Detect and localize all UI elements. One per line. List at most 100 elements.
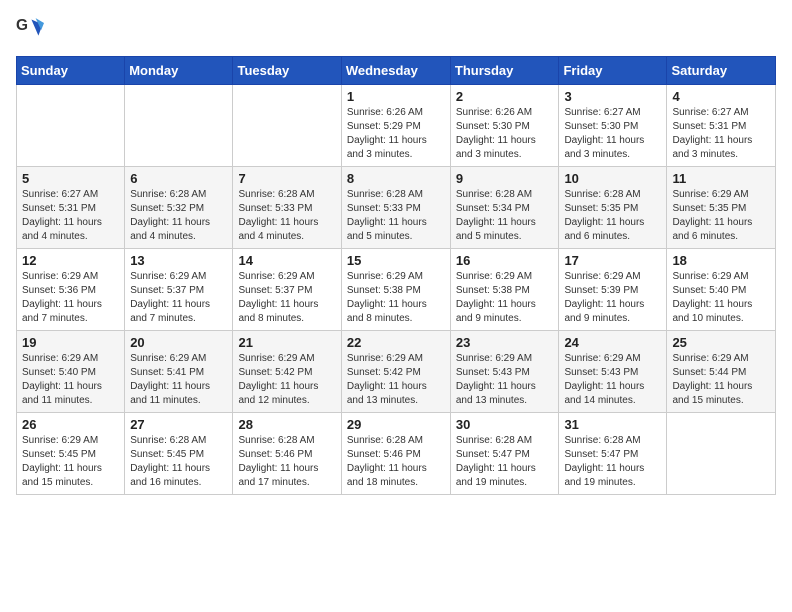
day-number: 20 bbox=[130, 335, 227, 350]
day-info: Sunrise: 6:29 AMSunset: 5:37 PMDaylight:… bbox=[238, 270, 335, 326]
day-number: 18 bbox=[672, 253, 770, 268]
day-number: 28 bbox=[238, 417, 335, 432]
day-info: Sunrise: 6:28 AMSunset: 5:46 PMDaylight:… bbox=[238, 434, 335, 490]
calendar-table: SundayMondayTuesdayWednesdayThursdayFrid… bbox=[16, 56, 776, 495]
col-header-sunday: Sunday bbox=[17, 57, 125, 85]
day-number: 24 bbox=[564, 335, 661, 350]
day-info: Sunrise: 6:27 AMSunset: 5:31 PMDaylight:… bbox=[22, 188, 119, 244]
day-number: 27 bbox=[130, 417, 227, 432]
logo: G bbox=[16, 16, 48, 44]
calendar-cell: 22 Sunrise: 6:29 AMSunset: 5:42 PMDayligh… bbox=[341, 331, 450, 413]
col-header-tuesday: Tuesday bbox=[233, 57, 341, 85]
calendar-cell bbox=[125, 85, 233, 167]
day-number: 21 bbox=[238, 335, 335, 350]
calendar-cell: 16 Sunrise: 6:29 AMSunset: 5:38 PMDayligh… bbox=[450, 249, 559, 331]
day-info: Sunrise: 6:28 AMSunset: 5:47 PMDaylight:… bbox=[564, 434, 661, 490]
calendar-cell bbox=[667, 413, 776, 495]
svg-text:G: G bbox=[16, 17, 28, 34]
calendar-cell: 19 Sunrise: 6:29 AMSunset: 5:40 PMDayligh… bbox=[17, 331, 125, 413]
day-info: Sunrise: 6:29 AMSunset: 5:38 PMDaylight:… bbox=[456, 270, 554, 326]
day-number: 29 bbox=[347, 417, 445, 432]
day-number: 2 bbox=[456, 89, 554, 104]
day-info: Sunrise: 6:28 AMSunset: 5:45 PMDaylight:… bbox=[130, 434, 227, 490]
calendar-cell: 9 Sunrise: 6:28 AMSunset: 5:34 PMDaylight… bbox=[450, 167, 559, 249]
logo-icon: G bbox=[16, 16, 44, 44]
day-number: 26 bbox=[22, 417, 119, 432]
calendar-cell: 30 Sunrise: 6:28 AMSunset: 5:47 PMDayligh… bbox=[450, 413, 559, 495]
day-info: Sunrise: 6:29 AMSunset: 5:40 PMDaylight:… bbox=[22, 352, 119, 408]
day-info: Sunrise: 6:29 AMSunset: 5:40 PMDaylight:… bbox=[672, 270, 770, 326]
day-number: 6 bbox=[130, 171, 227, 186]
calendar-cell: 17 Sunrise: 6:29 AMSunset: 5:39 PMDayligh… bbox=[559, 249, 667, 331]
calendar-cell: 29Sunrise: 6:28 AMSunset: 5:46 PMDayligh… bbox=[341, 413, 450, 495]
day-info: Sunrise: 6:28 AMSunset: 5:47 PMDaylight:… bbox=[456, 434, 554, 490]
day-info: Sunrise: 6:28 AMSunset: 5:35 PMDaylight:… bbox=[564, 188, 661, 244]
day-info: Sunrise: 6:28 AMSunset: 5:34 PMDaylight:… bbox=[456, 188, 554, 244]
day-info: Sunrise: 6:29 AMSunset: 5:43 PMDaylight:… bbox=[456, 352, 554, 408]
day-number: 30 bbox=[456, 417, 554, 432]
calendar-cell: 2 Sunrise: 6:26 AMSunset: 5:30 PMDaylight… bbox=[450, 85, 559, 167]
calendar-cell: 18 Sunrise: 6:29 AMSunset: 5:40 PMDayligh… bbox=[667, 249, 776, 331]
calendar-cell: 3Sunrise: 6:27 AMSunset: 5:30 PMDaylight… bbox=[559, 85, 667, 167]
calendar-cell: 31 Sunrise: 6:28 AMSunset: 5:47 PMDayligh… bbox=[559, 413, 667, 495]
day-number: 7 bbox=[238, 171, 335, 186]
day-info: Sunrise: 6:29 AMSunset: 5:45 PMDaylight:… bbox=[22, 434, 119, 490]
day-info: Sunrise: 6:29 AMSunset: 5:44 PMDaylight:… bbox=[672, 352, 770, 408]
day-info: Sunrise: 6:27 AMSunset: 5:30 PMDaylight:… bbox=[564, 106, 661, 162]
calendar-cell: 14 Sunrise: 6:29 AMSunset: 5:37 PMDayligh… bbox=[233, 249, 341, 331]
day-number: 19 bbox=[22, 335, 119, 350]
calendar-cell: 8 Sunrise: 6:28 AMSunset: 5:33 PMDaylight… bbox=[341, 167, 450, 249]
col-header-wednesday: Wednesday bbox=[341, 57, 450, 85]
day-info: Sunrise: 6:29 AMSunset: 5:42 PMDaylight:… bbox=[347, 352, 445, 408]
day-info: Sunrise: 6:26 AMSunset: 5:30 PMDaylight:… bbox=[456, 106, 554, 162]
day-number: 15 bbox=[347, 253, 445, 268]
day-number: 14 bbox=[238, 253, 335, 268]
calendar-cell: 24 Sunrise: 6:29 AMSunset: 5:43 PMDayligh… bbox=[559, 331, 667, 413]
calendar-cell: 4 Sunrise: 6:27 AMSunset: 5:31 PMDaylight… bbox=[667, 85, 776, 167]
day-number: 10 bbox=[564, 171, 661, 186]
col-header-saturday: Saturday bbox=[667, 57, 776, 85]
calendar-cell: 6 Sunrise: 6:28 AMSunset: 5:32 PMDaylight… bbox=[125, 167, 233, 249]
day-info: Sunrise: 6:28 AMSunset: 5:33 PMDaylight:… bbox=[347, 188, 445, 244]
calendar-cell bbox=[233, 85, 341, 167]
calendar-cell: 5 Sunrise: 6:27 AMSunset: 5:31 PMDaylight… bbox=[17, 167, 125, 249]
calendar-cell bbox=[17, 85, 125, 167]
day-number: 12 bbox=[22, 253, 119, 268]
day-number: 11 bbox=[672, 171, 770, 186]
day-number: 31 bbox=[564, 417, 661, 432]
day-number: 9 bbox=[456, 171, 554, 186]
day-number: 17 bbox=[564, 253, 661, 268]
day-number: 5 bbox=[22, 171, 119, 186]
calendar-cell: 7 Sunrise: 6:28 AMSunset: 5:33 PMDaylight… bbox=[233, 167, 341, 249]
day-number: 4 bbox=[672, 89, 770, 104]
col-header-thursday: Thursday bbox=[450, 57, 559, 85]
day-info: Sunrise: 6:29 AMSunset: 5:37 PMDaylight:… bbox=[130, 270, 227, 326]
day-info: Sunrise: 6:29 AMSunset: 5:43 PMDaylight:… bbox=[564, 352, 661, 408]
day-info: Sunrise: 6:26 AMSunset: 5:29 PMDaylight:… bbox=[347, 106, 445, 162]
calendar-cell: 28 Sunrise: 6:28 AMSunset: 5:46 PMDayligh… bbox=[233, 413, 341, 495]
day-number: 22 bbox=[347, 335, 445, 350]
calendar-cell: 15 Sunrise: 6:29 AMSunset: 5:38 PMDayligh… bbox=[341, 249, 450, 331]
calendar-cell: 21 Sunrise: 6:29 AMSunset: 5:42 PMDayligh… bbox=[233, 331, 341, 413]
calendar-cell: 11 Sunrise: 6:29 AMSunset: 5:35 PMDayligh… bbox=[667, 167, 776, 249]
day-info: Sunrise: 6:29 AMSunset: 5:36 PMDaylight:… bbox=[22, 270, 119, 326]
col-header-friday: Friday bbox=[559, 57, 667, 85]
day-number: 23 bbox=[456, 335, 554, 350]
calendar-cell: 12 Sunrise: 6:29 AMSunset: 5:36 PMDayligh… bbox=[17, 249, 125, 331]
calendar-cell: 27 Sunrise: 6:28 AMSunset: 5:45 PMDayligh… bbox=[125, 413, 233, 495]
day-info: Sunrise: 6:28 AMSunset: 5:32 PMDaylight:… bbox=[130, 188, 227, 244]
day-number: 8 bbox=[347, 171, 445, 186]
calendar-cell: 1 Sunrise: 6:26 AMSunset: 5:29 PMDaylight… bbox=[341, 85, 450, 167]
day-info: Sunrise: 6:29 AMSunset: 5:35 PMDaylight:… bbox=[672, 188, 770, 244]
day-info: Sunrise: 6:29 AMSunset: 5:42 PMDaylight:… bbox=[238, 352, 335, 408]
day-info: Sunrise: 6:29 AMSunset: 5:39 PMDaylight:… bbox=[564, 270, 661, 326]
day-info: Sunrise: 6:28 AMSunset: 5:33 PMDaylight:… bbox=[238, 188, 335, 244]
calendar-cell: 20Sunrise: 6:29 AMSunset: 5:41 PMDayligh… bbox=[125, 331, 233, 413]
calendar-cell: 26 Sunrise: 6:29 AMSunset: 5:45 PMDayligh… bbox=[17, 413, 125, 495]
day-info: Sunrise: 6:29 AMSunset: 5:38 PMDaylight:… bbox=[347, 270, 445, 326]
day-number: 16 bbox=[456, 253, 554, 268]
day-number: 1 bbox=[347, 89, 445, 104]
day-info: Sunrise: 6:27 AMSunset: 5:31 PMDaylight:… bbox=[672, 106, 770, 162]
calendar-cell: 25Sunrise: 6:29 AMSunset: 5:44 PMDayligh… bbox=[667, 331, 776, 413]
calendar-cell: 13Sunrise: 6:29 AMSunset: 5:37 PMDayligh… bbox=[125, 249, 233, 331]
